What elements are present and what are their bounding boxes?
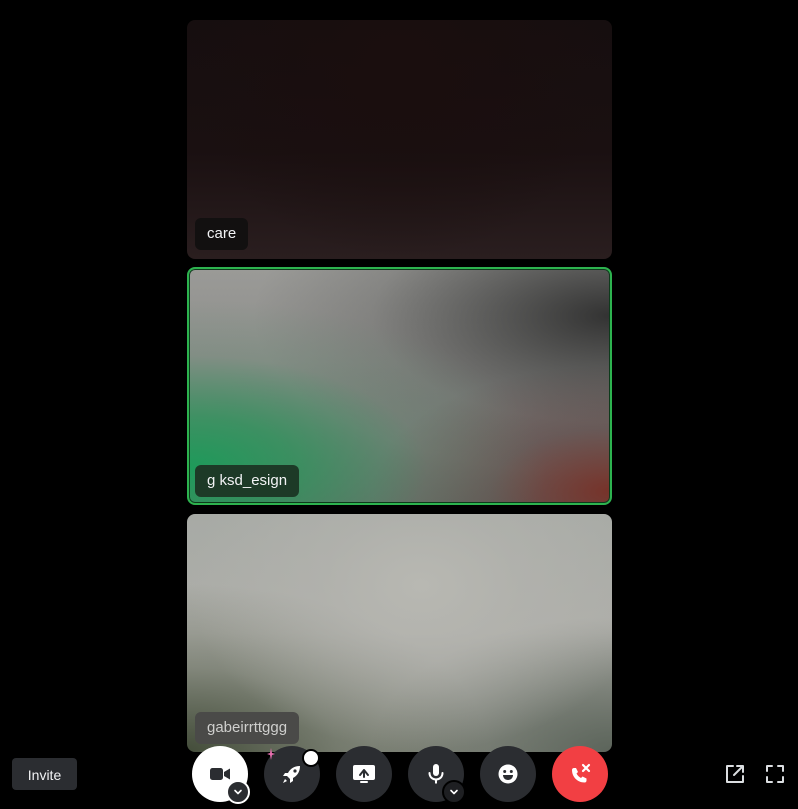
hangup-phone-icon	[572, 763, 591, 783]
chevron-down-icon	[450, 789, 458, 795]
participant-name-tag: gabeirrttggg	[195, 712, 300, 744]
microphone-options-button[interactable]	[442, 780, 466, 804]
participant-name-tag: g ksd_esign	[195, 465, 300, 497]
sparkle-icon	[267, 748, 275, 760]
popout-button[interactable]	[724, 763, 746, 785]
chevron-down-icon	[234, 789, 242, 795]
invite-button[interactable]: Invite	[12, 758, 77, 790]
soundboard-button[interactable]	[480, 746, 536, 802]
activity-notification-dot	[302, 749, 320, 767]
video-tile-gabeirrttggg[interactable]: gabeirrttggg	[187, 514, 612, 752]
fullscreen-button[interactable]	[764, 763, 786, 785]
screen-share-button[interactable]	[336, 746, 392, 802]
emoji-icon	[498, 764, 518, 784]
participant-name-tag: care	[195, 218, 249, 250]
popout-icon	[726, 765, 744, 783]
video-camera-icon	[210, 768, 230, 780]
video-tile-g-ksd-esign[interactable]: g ksd_esign	[187, 267, 612, 505]
microphone-icon	[428, 764, 444, 784]
screen-share-icon	[353, 765, 375, 783]
voice-call-stage: care g ksd_esign gabeirrttggg Invite	[0, 0, 798, 809]
rocket-icon	[283, 766, 300, 783]
camera-options-button[interactable]	[226, 780, 250, 804]
video-tile-care[interactable]: care	[187, 20, 612, 259]
fullscreen-icon	[766, 765, 784, 783]
disconnect-button[interactable]	[552, 746, 608, 802]
